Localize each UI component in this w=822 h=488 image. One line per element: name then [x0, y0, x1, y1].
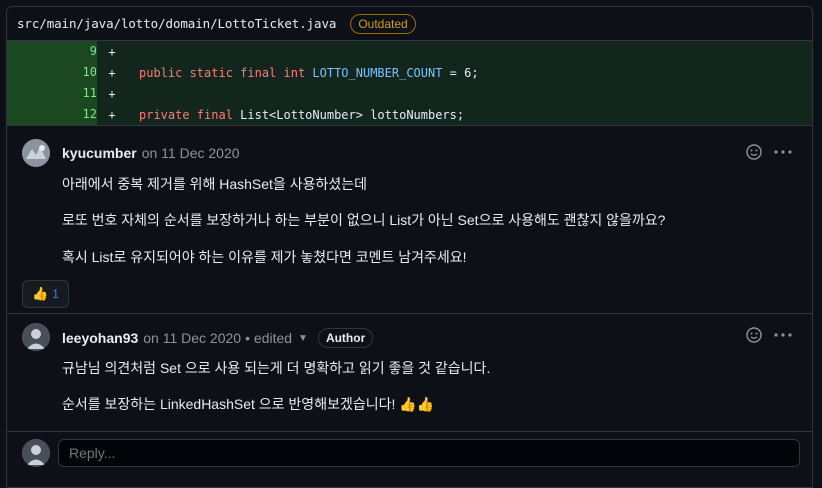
diff-line: 9 + [7, 41, 812, 62]
avatar[interactable] [22, 323, 50, 351]
comment-date[interactable]: on 11 Dec 2020 [142, 145, 240, 161]
diff-line: 11 + [7, 83, 812, 104]
avatar-image-icon [22, 139, 50, 167]
reply-row [7, 431, 812, 487]
diff-line: 12 + private final List<LottoNumber> lot… [7, 104, 812, 125]
avatar[interactable] [22, 139, 50, 167]
kebab-icon[interactable] [773, 142, 793, 162]
avatar-image-icon [22, 323, 50, 351]
smiley-icon[interactable] [744, 142, 764, 162]
outdated-badge: Outdated [350, 13, 416, 34]
line-number[interactable]: 9 [7, 41, 97, 62]
review-thread-panel: src/main/java/lotto/domain/LottoTicket.j… [6, 6, 813, 488]
thumbs-up-icon: 👍 [32, 286, 49, 301]
code-rest: = 6; [442, 65, 479, 80]
author-name[interactable]: kyucumber [62, 145, 137, 161]
code-text: private final List<LottoNumber> lottoNum… [127, 108, 464, 122]
comment-paragraph: 로또 번호 자체의 순서를 보장하거나 하는 부분이 없으니 List가 아닌 … [62, 212, 666, 228]
diff-snippet: 9 + 10 + public static final int LOTTO_N… [7, 41, 812, 125]
avatar-image-icon [22, 439, 50, 467]
comment-list: kyucumber on 11 Dec 2020 아래에서 중복 제거를 위해 … [7, 125, 812, 431]
diff-sign: + [108, 107, 116, 122]
line-number[interactable]: 11 [7, 83, 97, 104]
comment-header: leeyohan93 on 11 Dec 2020 • edited ▼ Aut… [62, 328, 374, 348]
comment-paragraph: 아래에서 중복 제거를 위해 HashSet을 사용하셨는데 [62, 176, 367, 192]
code-keywords: public static final int [139, 65, 306, 80]
kebab-icon[interactable] [773, 325, 793, 345]
smiley-icon[interactable] [744, 325, 764, 345]
reply-input[interactable] [58, 439, 800, 467]
comment-paragraph: 혹시 List로 유지되어야 하는 이유를 제가 놓쳤다면 코멘트 남겨주세요! [62, 249, 467, 265]
diff-sign: + [108, 44, 116, 59]
diff-sign: + [108, 86, 116, 101]
file-path-link[interactable]: src/main/java/lotto/domain/LottoTicket.j… [17, 16, 336, 31]
reaction-count: 1 [52, 287, 59, 301]
diff-line: 10 + public static final int LOTTO_NUMBE… [7, 62, 812, 83]
code-keywords: private final [139, 107, 233, 122]
comment-date[interactable]: on 11 Dec 2020 [143, 330, 241, 346]
divider [7, 313, 812, 314]
comment-paragraph: 규남님 의견처럼 Set 으로 사용 되는게 더 명확하고 읽기 좋을 것 같습… [62, 360, 491, 376]
file-header: src/main/java/lotto/domain/LottoTicket.j… [7, 7, 812, 41]
divider [7, 431, 812, 432]
reaction-thumbs-up-button[interactable]: 👍 1 [22, 280, 69, 308]
code-rest: List<LottoNumber> lottoNumbers; [232, 107, 465, 122]
author-name[interactable]: leeyohan93 [62, 330, 138, 346]
edited-dropdown[interactable]: • edited [245, 330, 292, 346]
line-number[interactable]: 12 [7, 104, 97, 125]
diff-sign: + [108, 65, 116, 80]
line-number[interactable]: 10 [7, 62, 97, 83]
comment-header: kyucumber on 11 Dec 2020 [62, 145, 240, 161]
code-constant: LOTTO_NUMBER_COUNT [312, 65, 443, 80]
chevron-down-icon[interactable]: ▼ [298, 333, 308, 344]
avatar [22, 439, 50, 467]
comment-paragraph: 순서를 보장하는 LinkedHashSet 으로 반영해보겠습니다! 👍👍 [62, 396, 435, 412]
code-text: public static final int LOTTO_NUMBER_COU… [127, 66, 479, 80]
author-badge: Author [317, 328, 374, 348]
